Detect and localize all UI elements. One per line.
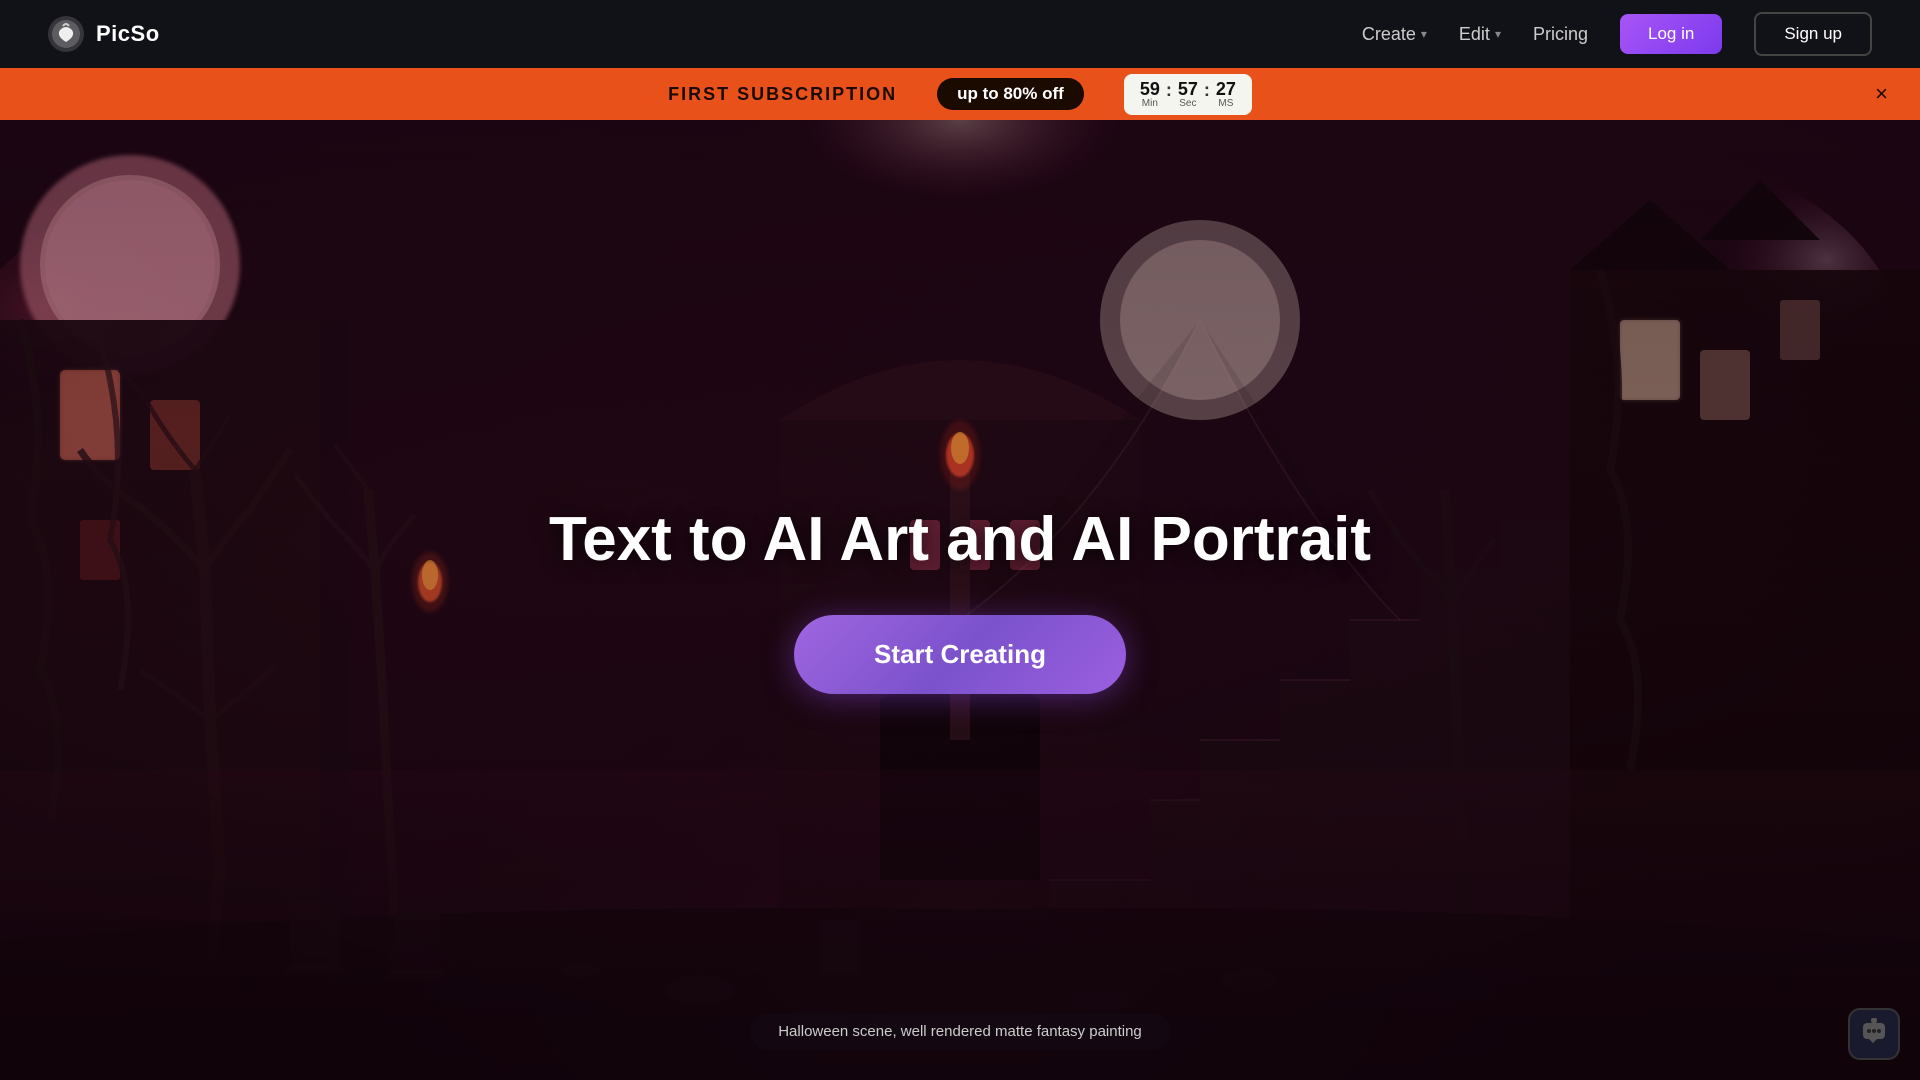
logo-icon: [48, 16, 84, 52]
nav-create[interactable]: Create ▾: [1362, 24, 1427, 45]
countdown-min: 59 Min: [1140, 80, 1160, 109]
nav-pricing[interactable]: Pricing: [1533, 24, 1588, 45]
start-creating-button[interactable]: Start Creating: [794, 615, 1126, 694]
hero-content: Text to AI Art and AI Portrait Start Cre…: [0, 120, 1920, 1080]
nav-links: Create ▾ Edit ▾ Pricing Log in Sign up: [1362, 12, 1872, 56]
promo-banner: FIRST SUBSCRIPTION up to 80% off 59 Min …: [0, 68, 1920, 120]
countdown-timer: 59 Min : 57 Sec : 27 MS: [1124, 74, 1252, 115]
login-button[interactable]: Log in: [1620, 14, 1722, 54]
chatbot-icon: [1860, 1017, 1888, 1052]
countdown-sep-2: :: [1204, 80, 1210, 109]
promo-title: FIRST SUBSCRIPTION: [668, 84, 897, 105]
hero-section: Text to AI Art and AI Portrait Start Cre…: [0, 120, 1920, 1080]
chatbot-button[interactable]: [1848, 1008, 1900, 1060]
promo-close-button[interactable]: ×: [1875, 81, 1888, 107]
logo-area: PicSo: [48, 16, 160, 52]
signup-button[interactable]: Sign up: [1754, 12, 1872, 56]
nav-edit[interactable]: Edit ▾: [1459, 24, 1501, 45]
promo-badge[interactable]: up to 80% off: [937, 78, 1084, 110]
chevron-down-icon: ▾: [1421, 27, 1427, 41]
countdown-sec: 57 Sec: [1178, 80, 1198, 109]
navbar: PicSo Create ▾ Edit ▾ Pricing Log in Sig…: [0, 0, 1920, 68]
image-caption: Halloween scene, well rendered matte fan…: [750, 1013, 1170, 1050]
countdown-ms: 27 MS: [1216, 80, 1236, 109]
logo-text: PicSo: [96, 21, 160, 47]
countdown-sep-1: :: [1166, 80, 1172, 109]
hero-title: Text to AI Art and AI Portrait: [549, 506, 1371, 574]
chevron-down-icon: ▾: [1495, 27, 1501, 41]
